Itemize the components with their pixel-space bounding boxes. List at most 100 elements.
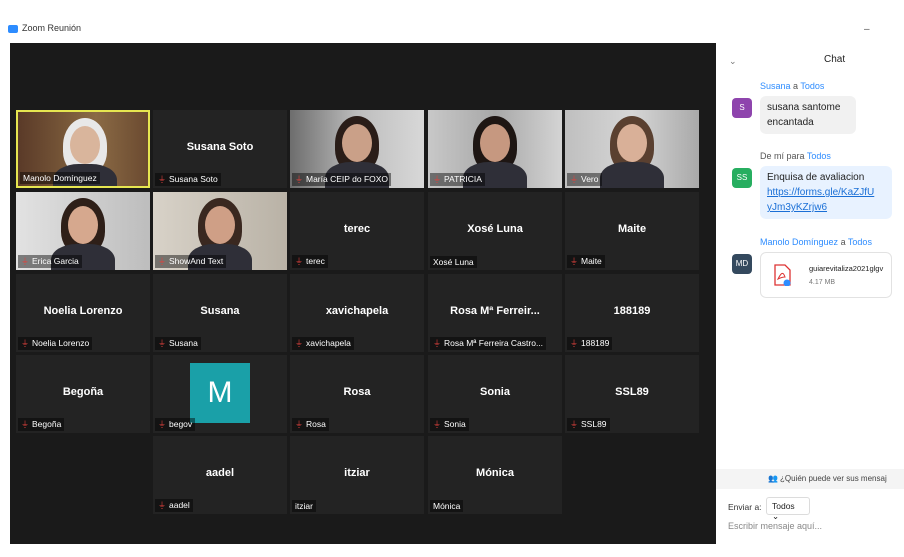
form-link-line-1: https://forms.gle/KaZJfU: [767, 187, 875, 198]
participant-face: [205, 206, 235, 244]
form-link[interactable]: https://forms.gle/KaZJfU yJm3yKZrjw6: [767, 187, 874, 213]
people-icon: 👥: [768, 474, 778, 483]
participant-name: Rosa: [343, 386, 371, 398]
participant-label: ⏚ ShowAnd Text: [155, 255, 227, 268]
participant-label-text: begov: [169, 419, 193, 429]
window-title: Zoom Reunión: [22, 23, 82, 33]
form-link-line-2: yJm3yKZrjw6: [767, 202, 828, 213]
participant-label: ⏚ Rosa Mª Ferreira Castro...: [430, 337, 547, 350]
participant-tile[interactable]: Mónica Mónica: [428, 436, 562, 514]
chat-message: Enquisa de avaliacion https://forms.gle/…: [760, 166, 892, 219]
chat-title: Chat: [824, 54, 846, 65]
participant-tile[interactable]: Susana ⏚ Susana: [153, 274, 287, 352]
participant-label: ⏚ Vero: [567, 173, 602, 186]
participant-tile[interactable]: ⏚ Vero: [565, 110, 699, 188]
participant-label-text: Maite: [581, 256, 602, 266]
participant-tile[interactable]: Begoña ⏚ Begoña: [16, 355, 150, 433]
participant-label: ⏚ xavichapela: [292, 337, 354, 350]
participant-tile[interactable]: Rosa ⏚ Rosa: [290, 355, 424, 433]
participant-tile[interactable]: Susana Soto ⏚ Susana Soto: [153, 110, 287, 188]
message-meta: Susana a Todos: [760, 81, 824, 91]
participant-face: [480, 124, 510, 162]
participant-tile[interactable]: aadel ⏚ aadel: [153, 436, 287, 514]
participant-label: ⏚ Noelia Lorenzo: [18, 337, 93, 350]
message-recipient: Todos: [847, 237, 872, 247]
participant-label: ⏚ PATRICIA: [430, 173, 485, 186]
mic-muted-icon: ⏚: [295, 339, 303, 348]
participant-label: ⏚ Susana: [155, 337, 201, 350]
participant-name: SSL89: [615, 386, 649, 398]
message-to-word: a: [793, 81, 799, 91]
message-recipient: Todos: [800, 81, 825, 91]
message-text: Enquisa de avaliacion: [767, 172, 865, 183]
participant-label: ⏚ begov: [155, 418, 196, 431]
participant-tile[interactable]: terec ⏚ terec: [290, 192, 424, 270]
participant-tile[interactable]: 188189 ⏚ 188189: [565, 274, 699, 352]
mic-muted-icon: ⏚: [295, 420, 303, 429]
participant-tile[interactable]: Manolo Domínguez: [16, 110, 150, 188]
mic-muted-icon: ⏚: [570, 257, 578, 266]
participant-face: [70, 126, 100, 164]
participant-name: Rosa Mª Ferreir...: [450, 305, 540, 317]
minimize-button[interactable]: –: [864, 24, 870, 35]
chat-message-input[interactable]: Escribir mensaje aquí...: [728, 521, 898, 539]
mic-muted-icon: ⏚: [295, 175, 303, 184]
participant-label-text: Rosa Mª Ferreira Castro...: [444, 338, 544, 348]
mic-muted-icon: ⏚: [433, 175, 441, 184]
message-recipient: Todos: [806, 151, 831, 161]
participant-label-text: 188189: [581, 338, 610, 348]
participant-label-text: Susana: [169, 338, 198, 348]
participant-label-text: María CEIP do FOXO: [306, 174, 389, 184]
participant-label-text: aadel: [169, 500, 190, 510]
participant-label: Mónica: [430, 500, 464, 512]
participant-tile[interactable]: ⏚ ShowAnd Text: [153, 192, 287, 270]
participant-label: Xosé Luna: [430, 256, 477, 268]
message-sender[interactable]: Manolo Domínguez: [760, 237, 838, 247]
file-attachment[interactable]: guiarevitaliza2021glgv 4.17 MB: [760, 252, 892, 298]
participant-face: [68, 206, 98, 244]
participant-name: terec: [343, 223, 371, 235]
participant-tile[interactable]: Xosé Luna Xosé Luna: [428, 192, 562, 270]
participant-name: Susana Soto: [186, 141, 254, 153]
participant-tile[interactable]: Rosa Mª Ferreir... ⏚ Rosa Mª Ferreira Cast…: [428, 274, 562, 352]
participant-label-text: Sonia: [444, 419, 466, 429]
participant-name: Sonia: [480, 386, 510, 398]
participant-label-text: ShowAnd Text: [169, 256, 224, 266]
participant-tile[interactable]: ⏚ PATRICIA: [428, 110, 562, 188]
participant-label: ⏚ Rosa: [292, 418, 329, 431]
mic-muted-icon: ⏚: [570, 339, 578, 348]
participant-name: Xosé Luna: [467, 223, 523, 235]
file-size: 4.17 MB: [809, 279, 836, 286]
participant-label: ⏚ aadel: [155, 499, 193, 512]
participant-tile[interactable]: Noelia Lorenzo ⏚ Noelia Lorenzo: [16, 274, 150, 352]
participant-label: ⏚ Maite: [567, 255, 605, 268]
file-name: guiarevitaliza2021glgv: [809, 264, 884, 273]
participant-face: [617, 124, 647, 162]
participant-tile[interactable]: ⏚ Erica Garcia: [16, 192, 150, 270]
participant-tile[interactable]: ⏚ María CEIP do FOXO: [290, 110, 424, 188]
who-can-see-bar[interactable]: 👥 ¿Quién puede ver sus mensaj: [716, 469, 904, 489]
participant-name: Noelia Lorenzo: [43, 305, 123, 317]
mic-muted-icon: ⏚: [295, 257, 303, 266]
send-to-dropdown[interactable]: Todos ⌄: [766, 497, 810, 521]
avatar: MD: [732, 254, 752, 274]
message-meta: De mí para Todos: [760, 151, 831, 161]
message-to-word: a: [840, 237, 846, 247]
chevron-down-icon[interactable]: ⌄: [729, 56, 737, 67]
mic-muted-icon: ⏚: [570, 420, 578, 429]
participant-tile[interactable]: Sonia ⏚ Sonia: [428, 355, 562, 433]
mic-muted-icon: ⏚: [21, 339, 29, 348]
participant-label-text: Susana Soto: [169, 174, 218, 184]
participant-label-text: xavichapela: [306, 338, 351, 348]
participant-label: ⏚ 188189: [567, 337, 613, 350]
mic-muted-icon: ⏚: [21, 257, 29, 266]
participant-name: Susana: [200, 305, 240, 317]
participant-tile[interactable]: xavichapela ⏚ xavichapela: [290, 274, 424, 352]
participant-tile[interactable]: Maite ⏚ Maite: [565, 192, 699, 270]
participant-tile[interactable]: M ⏚ begov: [153, 355, 287, 433]
participant-tile[interactable]: itziar itziar: [290, 436, 424, 514]
message-sender[interactable]: Susana: [760, 81, 791, 91]
chat-header: ⌄ Chat: [716, 43, 904, 77]
participant-tile[interactable]: SSL89 ⏚ SSL89: [565, 355, 699, 433]
participant-label: ⏚ SSL89: [567, 418, 610, 431]
